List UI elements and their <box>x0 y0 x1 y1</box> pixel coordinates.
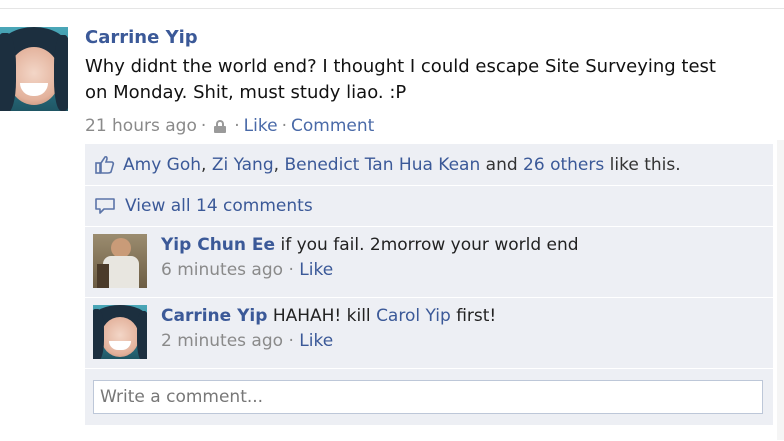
view-all-comments-link[interactable]: View all 14 comments <box>125 196 313 216</box>
comment-composer <box>85 369 773 426</box>
comment-item: Yip Chun Ee if you fail. 2morrow your wo… <box>85 227 773 298</box>
comment-item: Carrine Yip HAHAH! kill Carol Yip first!… <box>85 298 773 369</box>
commenter-avatar[interactable] <box>93 234 147 288</box>
separator: · <box>234 116 240 136</box>
comment-link[interactable]: Comment <box>291 116 374 136</box>
commenter-avatar[interactable] <box>93 305 147 359</box>
like-link[interactable]: Like <box>244 116 278 136</box>
comment-text: if you fail. 2morrow your world end <box>280 235 579 255</box>
comment-like-link[interactable]: Like <box>299 260 333 280</box>
lock-icon[interactable] <box>214 119 227 133</box>
author-avatar[interactable] <box>0 27 68 111</box>
comment-timestamp[interactable]: 6 minutes ago <box>161 260 283 280</box>
comment-like-link[interactable]: Like <box>299 331 333 351</box>
liker-link[interactable]: Amy Goh <box>123 155 201 175</box>
post-meta: 21 hours ago · · Like · Comment <box>85 114 775 138</box>
comment-text: first! <box>456 306 497 326</box>
likes-summary: Amy Goh, Zi Yang, Benedict Tan Hua Kean … <box>85 144 773 186</box>
comment-body: Carrine Yip HAHAH! kill Carol Yip first!… <box>161 306 497 351</box>
comment-bubble-icon <box>95 198 115 214</box>
separator: · <box>281 116 287 136</box>
liker-link[interactable]: Benedict Tan Hua Kean <box>284 155 480 175</box>
status-post: Carrine Yip Why didnt the world end? I t… <box>85 27 775 138</box>
scrollbar-edge[interactable] <box>777 140 784 440</box>
likes-and-text: and <box>485 154 518 175</box>
commenter-name-link[interactable]: Carrine Yip <box>161 306 267 326</box>
separator: · <box>200 116 207 136</box>
others-link[interactable]: 26 others <box>523 155 604 175</box>
feedback-section: Amy Goh, Zi Yang, Benedict Tan Hua Kean … <box>85 144 773 426</box>
post-text: Why didnt the world end? I thought I cou… <box>85 56 716 103</box>
commenter-name-link[interactable]: Yip Chun Ee <box>161 235 275 255</box>
comment-text: HAHAH! kill <box>272 306 371 326</box>
post-timestamp[interactable]: 21 hours ago <box>85 116 197 136</box>
comment-body: Yip Chun Ee if you fail. 2morrow your wo… <box>161 235 579 280</box>
like-thumb-icon <box>95 155 115 174</box>
view-all-comments-row[interactable]: View all 14 comments <box>85 186 773 227</box>
top-divider <box>0 8 784 9</box>
liker-link[interactable]: Zi Yang <box>212 155 274 175</box>
post-author-link[interactable]: Carrine Yip <box>85 27 775 48</box>
mention-link[interactable]: Carol Yip <box>376 306 451 326</box>
likes-suffix: like this. <box>609 154 681 175</box>
write-comment-input[interactable] <box>93 380 763 414</box>
comment-timestamp[interactable]: 2 minutes ago <box>161 331 283 351</box>
